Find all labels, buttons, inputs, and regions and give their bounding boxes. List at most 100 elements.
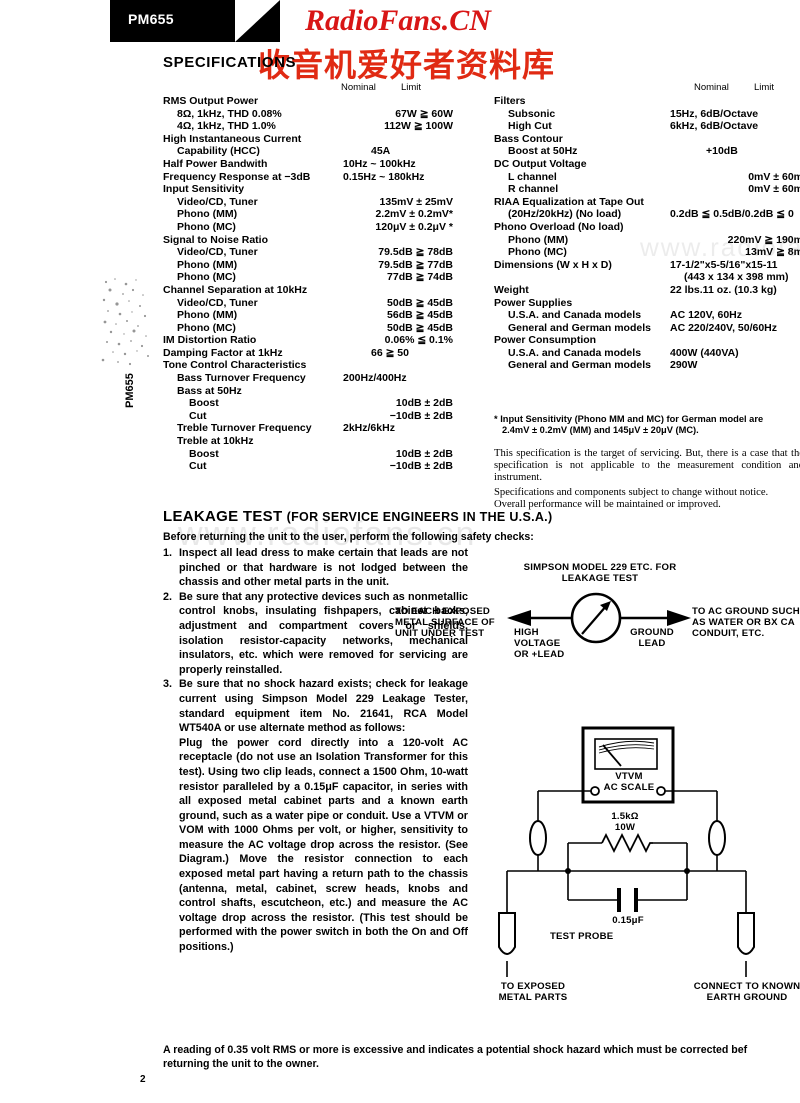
spec-label: Boost [189,447,219,460]
spec-label: Phono (MC) [177,220,236,233]
watermark-radiofans-latin: RadioFans.CN [305,4,491,37]
spec-footnote: * Input Sensitivity (Phono MM and MC) fo… [494,414,800,437]
meter-right-line-3: CONDUIT, ETC. [692,628,765,639]
spec-label: Treble at 10kHz [177,435,254,448]
spec-label: Channel Separation at 10kHz [163,283,308,296]
spec-row: (443 x 134 x 398 mm) [494,271,800,284]
spec-value: 120μV ± 0.2μV * [375,220,453,233]
spec-label: Capability (HCC) [177,145,260,158]
spec-value: 2kHz/6kHz [343,422,395,435]
spec-value: 0.15Hz ~ 180kHz [343,170,425,183]
list-item-number: 3. [163,678,173,691]
meter-diagram-title: SIMPSON MODEL 229 ETC. FOR LEAKAGE TEST [510,562,690,584]
spec-label: Boost [189,397,219,410]
ground-lead-line-2: LEAD [638,638,666,649]
specifications-right-column: Nominal Limit Filters Subsonic 15Hz, 6dB/O… [494,82,800,372]
spec-value: 56dB ≧ 45dB [387,309,453,322]
spec-label: Phono Overload (No load) [494,220,624,233]
spec-row: IM Distortion Ratio 0.06% ≦ 0.1% [163,334,481,347]
spec-value: 50dB ≧ 45dB [387,296,453,309]
exposed-line-1: TO EXPOSED [500,981,566,992]
spec-row: Input Sensitivity [163,183,481,196]
spec-value: 2.2mV ± 0.2mV* [375,208,453,221]
spec-label: Treble Turnover Frequency [177,422,312,435]
meter-title-line-2: LEAKAGE TEST [561,573,639,584]
spec-value: 67W ≧ 60W [395,107,453,120]
spec-row: Weight 22 lbs.11 oz. (10.3 kg) [494,284,800,297]
spec-label: U.S.A. and Canada models [508,346,642,359]
conclusion-line-1: A reading of 0.35 volt RMS or more is ex… [163,1044,748,1056]
spec-label: Phono (MM) [177,309,238,322]
hv-lead-line-3: OR +LEAD [514,649,565,660]
servicing-target-note: This specification is the target of serv… [494,448,800,483]
spec-value: −10dB ± 2dB [389,409,453,422]
spec-value: 77dB ≧ 74dB [387,271,453,284]
spec-row: RIAA Equalization at Tape Out [494,196,800,209]
leakage-test-title: LEAKAGE TEST (FOR SERVICE ENGINEERS IN T… [163,508,552,525]
spec-value: 10dB ± 2dB [395,397,453,410]
list-item-number: 2. [163,590,173,603]
spec-label: Signal to Noise Ratio [163,233,269,246]
column-headings-left: Nominal Limit [163,82,481,95]
spec-row: RMS Output Power [163,95,481,108]
spec-label: Phono (MM) [508,233,569,246]
leakage-test-intro: Before returning the unit to the user, p… [163,531,534,543]
spec-row: Filters [494,95,800,108]
spec-label: Phono (MC) [177,271,236,284]
spec-label: Power Consumption [494,334,597,347]
spec-row: (20Hz/20kHz) (No load) 0.2dB ≦ 0.5dB/0.2d… [494,208,800,221]
leakage-test-title-main: LEAKAGE TEST [163,508,283,525]
spec-value: 50dB ≧ 45dB [387,321,453,334]
spec-value: 112W ≧ 100W [384,120,453,133]
spec-row: Treble Turnover Frequency 2kHz/6kHz [163,422,481,435]
spec-value: 10dB ± 2dB [395,447,453,460]
spec-label: L channel [508,170,557,183]
subject-to-change-line-1: Specifications and components subject to… [494,487,769,498]
spec-label: R channel [508,183,559,196]
meter-right-line-1: TO AC GROUND SUCH [692,606,800,617]
spec-row: 4Ω, 1kHz, THD 1.0% 112W ≧ 100W [163,120,481,133]
spec-value: 6kHz, 6dB/Octave [670,120,759,133]
spec-value: 200Hz/400Hz [343,372,407,385]
spec-row: Phono (MM) 56dB ≧ 45dB [163,309,481,322]
hv-lead-line-1: HIGH [514,627,539,638]
spec-row: Treble at 10kHz [163,435,481,448]
meter-left-line-2: METAL SURFACE OF [395,617,495,628]
capacitor-label: 0.15μF [612,915,644,926]
spec-value: 66 ≧ 50 [371,346,409,359]
spec-row: General and German models AC 220/240V, 50… [494,322,800,335]
spec-row: Signal to Noise Ratio [163,234,481,247]
spec-value: (443 x 134 x 398 mm) [684,271,789,284]
spec-value: AC 220/240V, 50/60Hz [670,321,778,334]
spec-label: Subsonic [508,107,556,120]
spec-label: Video/CD, Tuner [177,195,258,208]
exposed-metal-parts-caption: TO EXPOSED METAL PARTS [483,981,583,1003]
side-model-tab: PM655 [104,330,136,410]
spec-value: 13mV ≧ 8mV [745,246,800,259]
specifications-title: SPECIFICATIONS [163,54,297,71]
spec-row: High Cut 6kHz, 6dB/Octave [494,120,800,133]
spec-row: Phono (MC) 50dB ≧ 45dB [163,322,481,335]
spec-row: L channel 0mV ± 60mV [494,171,800,184]
vtvm-line-2: AC SCALE [603,782,655,793]
meter-left-line-1: TO EACH EXPOSED [395,606,491,617]
spec-value: 0.06% ≦ 0.1% [384,334,453,347]
vtvm-line-1: VTVM [615,771,643,782]
spec-value: 10Hz ~ 100kHz [343,157,416,170]
spec-row: Cut −10dB ± 2dB [163,410,481,423]
vtvm-label: VTVM AC SCALE [590,771,668,793]
spec-row: Phono (MM) 220mV ≧ 190mV [494,234,800,247]
spec-value: 22 lbs.11 oz. (10.3 kg) [670,283,777,296]
spec-value: 135mV ± 25mV [379,195,453,208]
spec-row: General and German models 290W [494,359,800,372]
spec-label: DC Output Voltage [494,157,587,170]
conclusion-line-2: returning the unit to the owner. [163,1058,319,1070]
spec-row: Damping Factor at 1kHz 66 ≧ 50 [163,347,481,360]
spec-label: Frequency Response at −3dB [163,170,311,183]
meter-left-caption: TO EACH EXPOSED METAL SURFACE OF UNIT UN… [395,606,495,639]
spec-label: Boost at 50Hz [508,145,578,158]
spec-row: Video/CD, Tuner 135mV ± 25mV [163,196,481,209]
spec-value: AC 120V, 60Hz [670,309,742,322]
nominal-heading: Nominal [694,82,729,93]
spec-label: U.S.A. and Canada models [508,309,642,322]
